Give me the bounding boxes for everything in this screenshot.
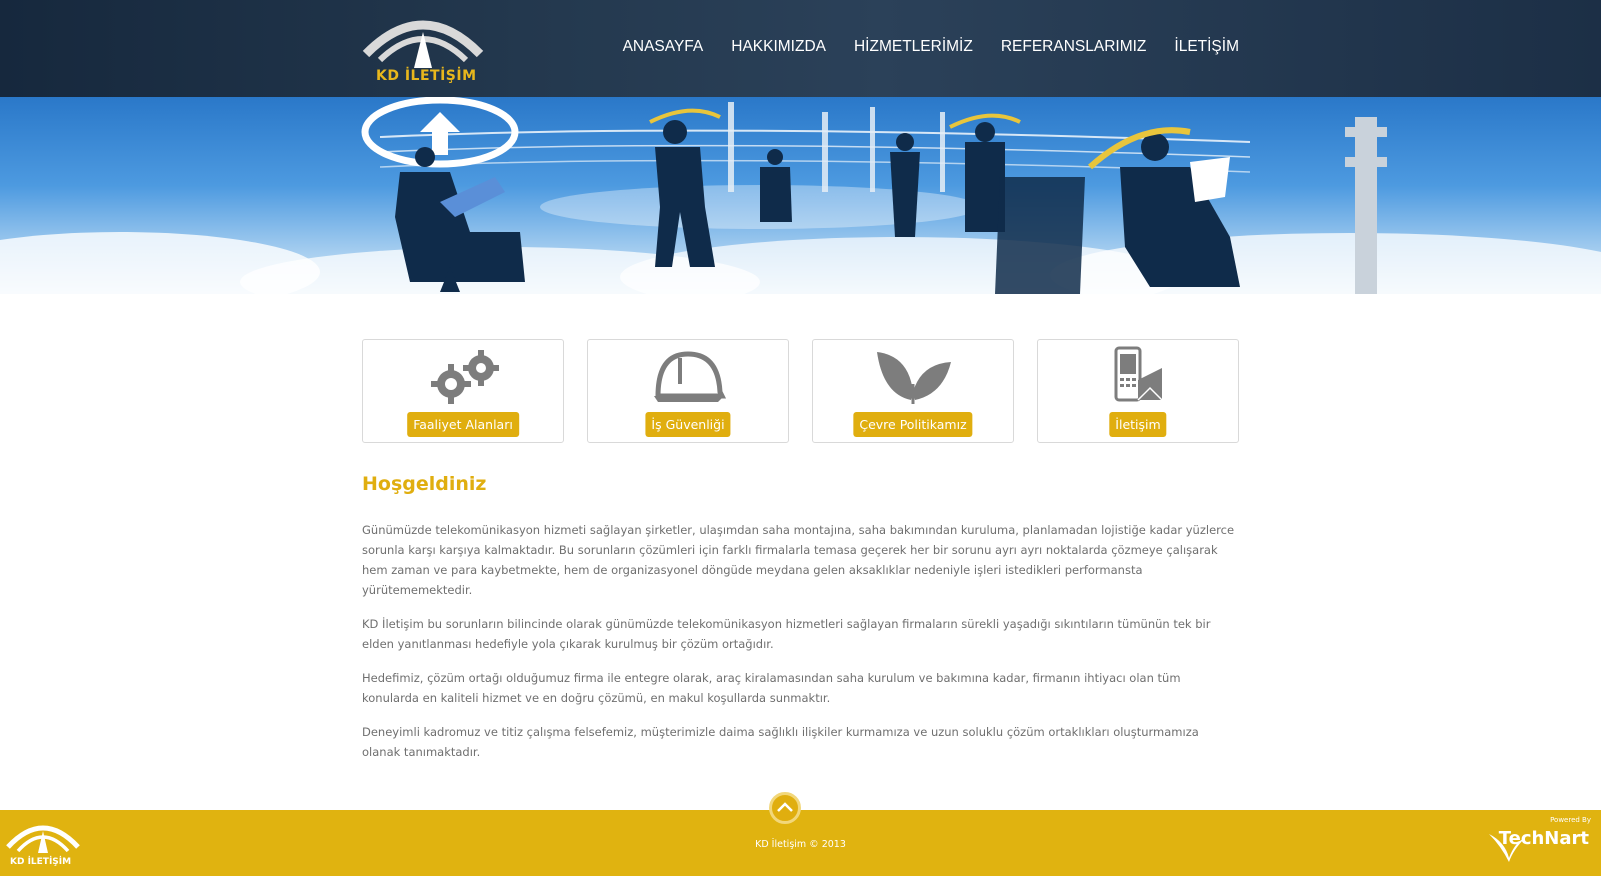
paragraph: Deneyimli kadromuz ve titiz çalışma fels… bbox=[362, 725, 1199, 759]
box-faaliyet[interactable]: Faaliyet Alanları bbox=[362, 339, 564, 443]
powered-by[interactable]: Powered By TechNart bbox=[1487, 814, 1597, 872]
nav-services[interactable]: HİZMETLERİMİZ bbox=[854, 38, 973, 56]
iletisim-button[interactable]: İletişim bbox=[1109, 412, 1167, 437]
banner-illustration bbox=[0, 97, 1601, 294]
box-is-guvenligi[interactable]: İş Güvenliği bbox=[587, 339, 789, 443]
main-nav: ANASAYFA HAKKIMIZDA HİZMETLERİMİZ REFERA… bbox=[595, 38, 1239, 56]
paragraph: Hedefimiz, çözüm ortağı olduğumuz firma … bbox=[362, 671, 1181, 705]
powered-brand: TechNart bbox=[1498, 828, 1589, 849]
feature-boxes: Faaliyet Alanları İş Güvenliği Çevre Pol… bbox=[362, 339, 1239, 443]
page: KD İLETİŞİM ANASAYFA HAKKIMIZDA HİZMETLE… bbox=[0, 0, 1601, 876]
powered-by-label: Powered By bbox=[1550, 816, 1591, 824]
faaliyet-button[interactable]: Faaliyet Alanları bbox=[407, 412, 519, 437]
cevre-button[interactable]: Çevre Politikamız bbox=[853, 412, 973, 437]
is-guvenligi-button[interactable]: İş Güvenliği bbox=[645, 412, 731, 437]
site-footer: KD İLETİŞİM KD İletişim © 2013 Powered B… bbox=[0, 810, 1601, 876]
leaf-icon bbox=[877, 352, 951, 404]
chevron-up-icon bbox=[777, 802, 793, 812]
logo-arc-icon bbox=[362, 20, 484, 68]
paragraph: Günümüzde telekomünikasyon hizmeti sağla… bbox=[362, 523, 1235, 597]
footer-logo-arc-icon bbox=[6, 825, 80, 853]
site-header: KD İLETİŞİM ANASAYFA HAKKIMIZDA HİZMETLE… bbox=[0, 0, 1601, 97]
box-cevre[interactable]: Çevre Politikamız bbox=[812, 339, 1014, 443]
scroll-top-button[interactable] bbox=[769, 792, 801, 824]
welcome-text: Günümüzde telekomünikasyon hizmeti sağla… bbox=[362, 520, 1239, 776]
page-title: Hoşgeldiniz bbox=[362, 473, 487, 495]
phone-envelope-icon bbox=[1114, 346, 1163, 402]
copyright: KD İletişim © 2013 bbox=[755, 839, 846, 850]
site-logo[interactable]: KD İLETİŞİM bbox=[362, 2, 484, 92]
box-iletisim[interactable]: İletişim bbox=[1037, 339, 1239, 443]
footer-logo-text: KD İLETİŞİM bbox=[10, 857, 72, 867]
nav-home[interactable]: ANASAYFA bbox=[623, 38, 704, 56]
nav-about[interactable]: HAKKIMIZDA bbox=[731, 38, 826, 56]
gears-icon bbox=[431, 350, 499, 404]
hard-hat-icon bbox=[654, 351, 727, 402]
logo-text: KD İLETİŞİM bbox=[376, 68, 477, 84]
hero-banner bbox=[0, 97, 1601, 294]
nav-contact[interactable]: İLETİŞİM bbox=[1174, 38, 1239, 56]
nav-references[interactable]: REFERANSLARIMIZ bbox=[1001, 38, 1147, 56]
paragraph: KD İletişim bu sorunların bilincinde ola… bbox=[362, 617, 1211, 651]
